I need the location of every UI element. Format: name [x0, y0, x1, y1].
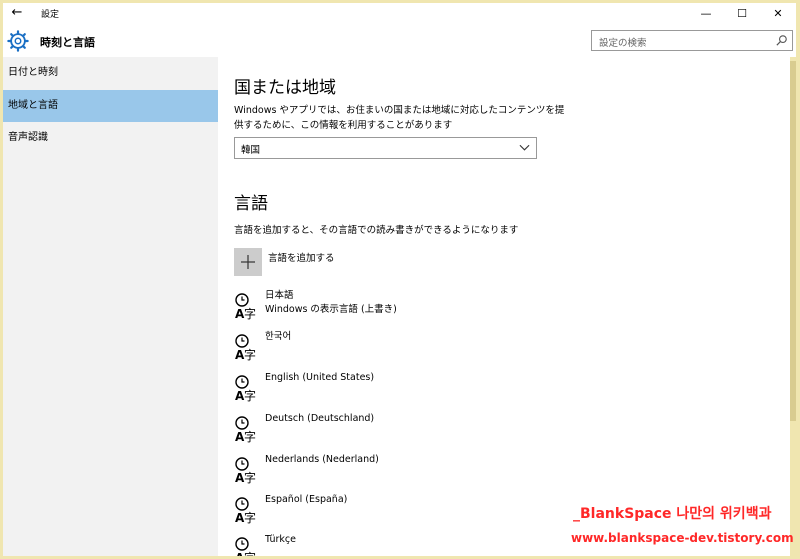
- maximize-button[interactable]: ☐: [724, 3, 760, 25]
- language-icon: A字: [235, 293, 256, 320]
- language-icon: A字: [235, 497, 256, 524]
- page-header: 時刻と言語 設定の検索: [3, 25, 796, 57]
- language-item[interactable]: A字 English (United States): [234, 371, 634, 407]
- add-language-label[interactable]: 言語を追加する: [268, 250, 335, 264]
- add-language-button[interactable]: [234, 248, 262, 276]
- region-heading: 国または地域: [234, 78, 336, 98]
- close-button[interactable]: ✕: [760, 3, 796, 25]
- language-name: Türkçe: [265, 534, 296, 545]
- svg-text:字: 字: [244, 470, 256, 484]
- svg-text:字: 字: [244, 306, 256, 320]
- sidebar-item-date-time[interactable]: 日付と時刻: [3, 57, 218, 89]
- search-input[interactable]: 設定の検索: [591, 30, 793, 51]
- language-name: Deutsch (Deutschland): [265, 413, 375, 424]
- search-placeholder: 設定の検索: [599, 38, 647, 49]
- language-subtitle: Windows の表示言語 (上書き): [265, 304, 397, 315]
- sidebar-item-speech[interactable]: 音声認識: [3, 122, 218, 154]
- minimize-button[interactable]: —: [688, 3, 724, 25]
- language-name: Nederlands (Nederland): [265, 454, 379, 465]
- language-icon: A字: [235, 334, 256, 361]
- settings-window: ← 設定 — ☐ ✕ 時刻と言語 設定の検索 日付と時刻 地域と言語 音声認識 …: [3, 3, 796, 556]
- language-name: 한국어: [265, 331, 292, 342]
- plus-icon: [241, 255, 255, 269]
- language-name: English (United States): [265, 372, 375, 383]
- language-item[interactable]: A字 Nederlands (Nederland): [234, 453, 634, 489]
- scrollbar-thumb[interactable]: [790, 61, 796, 421]
- language-icon: A字: [235, 416, 256, 443]
- language-item[interactable]: A字 日本語 Windows の表示言語 (上書き): [234, 289, 634, 325]
- language-description: 言語を追加すると、その言語での読み書きができるようになります: [234, 225, 519, 236]
- language-icon: A字: [235, 457, 256, 484]
- svg-text:字: 字: [244, 550, 256, 556]
- language-icon: A字: [235, 537, 256, 556]
- gear-icon: [7, 30, 29, 52]
- svg-text:字: 字: [244, 347, 256, 361]
- page-title: 時刻と言語: [40, 36, 95, 49]
- back-arrow-icon[interactable]: ←: [9, 5, 25, 21]
- search-icon[interactable]: [775, 34, 788, 47]
- country-select-value: 韓国: [241, 145, 261, 156]
- language-heading: 言語: [234, 194, 268, 214]
- svg-text:字: 字: [244, 510, 256, 524]
- language-item[interactable]: A字 한국어: [234, 330, 634, 366]
- country-select[interactable]: 韓国: [234, 137, 537, 159]
- language-name: 日本語: [265, 290, 294, 301]
- region-description-line2: 供するために、この情報を利用することがあります: [234, 120, 453, 131]
- region-description-line1: Windows やアプリでは、お住まいの国または地域に対応したコンテンツを提: [234, 105, 565, 116]
- main-content: 国または地域 Windows やアプリでは、お住まいの国または地域に対応したコン…: [218, 57, 790, 556]
- sidebar-item-region-language[interactable]: 地域と言語: [3, 90, 218, 122]
- language-name: Español (España): [265, 494, 348, 505]
- chevron-down-icon: [519, 144, 530, 151]
- title-bar: ← 設定 — ☐ ✕: [3, 3, 796, 25]
- language-item[interactable]: A字 Deutsch (Deutschland): [234, 412, 634, 448]
- watermark-title: _BlankSpace 나만의 위키백과: [573, 506, 772, 522]
- svg-text:字: 字: [244, 429, 256, 443]
- watermark-url: www.blankspace-dev.tistory.com: [571, 531, 794, 545]
- svg-text:字: 字: [244, 388, 256, 402]
- window-title: 設定: [41, 10, 60, 20]
- sidebar: 日付と時刻 地域と言語 音声認識: [3, 57, 218, 556]
- language-icon: A字: [235, 375, 256, 402]
